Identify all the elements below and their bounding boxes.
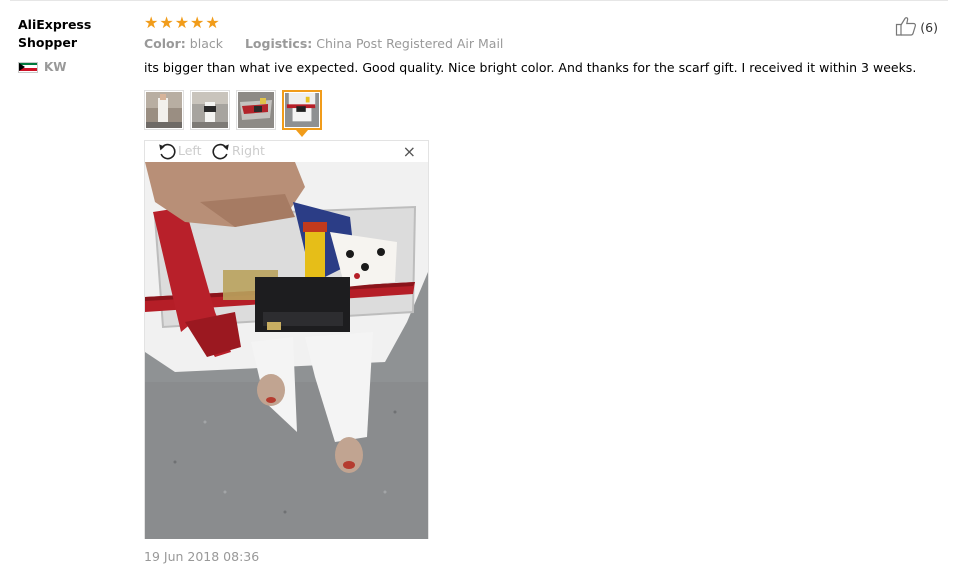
- star-icon: ★: [159, 13, 174, 32]
- order-info: Color: black Logistics: China Post Regis…: [144, 35, 942, 53]
- star-icon: ★: [205, 13, 220, 32]
- logistics-label: Logistics:: [244, 36, 313, 51]
- review-body: ★ ★ ★ ★ ★ Color: black Logistics: China …: [144, 14, 942, 77]
- reviewer-name: AliExpress Shopper: [18, 17, 92, 50]
- top-divider: [10, 0, 948, 1]
- viewer-toolbar: Left Right ×: [145, 141, 428, 162]
- photo-viewer: Left Right ×: [144, 140, 429, 539]
- review-photo-2: [192, 92, 228, 128]
- reviewer-info: AliExpress Shopper KW: [18, 16, 128, 74]
- kuwait-flag-icon: [18, 61, 38, 73]
- star-icon: ★: [144, 13, 159, 32]
- review-photo-thumbnail[interactable]: [144, 90, 184, 130]
- country-code: KW: [44, 60, 67, 74]
- rotate-left-icon: [157, 142, 177, 160]
- logistics-value: China Post Registered Air Mail: [316, 36, 504, 51]
- review-text: its bigger than what ive expected. Good …: [144, 60, 917, 75]
- review-photo-thumbnail[interactable]: [190, 90, 230, 130]
- rotate-right-icon: [211, 142, 231, 160]
- rotate-right-label: Right: [232, 143, 265, 158]
- review-photo-4: [285, 93, 319, 127]
- review-photo-large-image: [145, 162, 428, 539]
- color-value: black: [189, 36, 223, 51]
- review-date: 19 Jun 2018 08:36: [144, 549, 260, 564]
- review-photo-thumbnail[interactable]: [236, 90, 276, 130]
- reviewer-country: KW: [18, 60, 128, 74]
- star-icon: ★: [174, 13, 190, 32]
- review-photo-large: [145, 162, 428, 539]
- rotate-left-button[interactable]: Left: [157, 142, 202, 160]
- close-icon[interactable]: ×: [403, 143, 416, 161]
- star-icon: ★: [190, 13, 205, 32]
- review-photo-thumbnail-selected[interactable]: [282, 90, 322, 137]
- star-rating: ★ ★ ★ ★ ★: [144, 14, 942, 32]
- color-label: Color:: [144, 36, 186, 51]
- review-photo-3: [238, 92, 274, 128]
- rotate-right-button[interactable]: Right: [211, 142, 265, 160]
- photo-thumbnails: [144, 90, 322, 137]
- review-photo-1: [146, 92, 182, 128]
- rotate-left-label: Left: [178, 143, 202, 158]
